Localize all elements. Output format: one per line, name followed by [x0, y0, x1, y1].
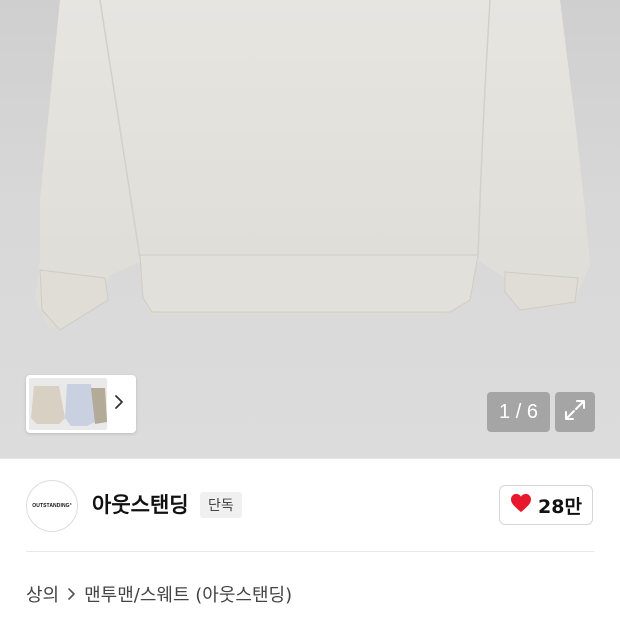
image-counter: 1 / 6: [487, 392, 550, 432]
like-count: 28만: [538, 495, 582, 518]
expand-arrows-icon: [563, 398, 587, 426]
brand-row: OUTSTANDING° 아웃스탠딩 단독 28만: [0, 458, 620, 552]
breadcrumb-category[interactable]: 상의: [26, 581, 59, 607]
divider: [26, 551, 594, 552]
breadcrumb: 상의 맨투맨/스웨트 (아웃스탠딩): [26, 580, 292, 608]
product-image-gallery[interactable]: 1 / 6: [0, 0, 620, 458]
breadcrumb-subcategory[interactable]: 맨투맨/스웨트 (아웃스탠딩): [84, 581, 292, 607]
chevron-right-icon: [114, 394, 124, 414]
brand-logo-text: OUTSTANDING°: [32, 503, 72, 509]
like-button[interactable]: 28만: [499, 485, 593, 525]
chevron-right-icon: [67, 587, 76, 601]
thumbnail-image[interactable]: [29, 378, 107, 430]
thumbnail-strip[interactable]: [26, 375, 136, 433]
expand-image-button[interactable]: [555, 392, 595, 432]
brand-logo[interactable]: OUTSTANDING°: [26, 480, 78, 532]
thumbnail-next-button[interactable]: [107, 378, 131, 430]
heart-icon: [510, 493, 532, 517]
brand-name[interactable]: 아웃스탠딩: [92, 491, 189, 519]
exclusive-badge: 단독: [200, 492, 242, 518]
